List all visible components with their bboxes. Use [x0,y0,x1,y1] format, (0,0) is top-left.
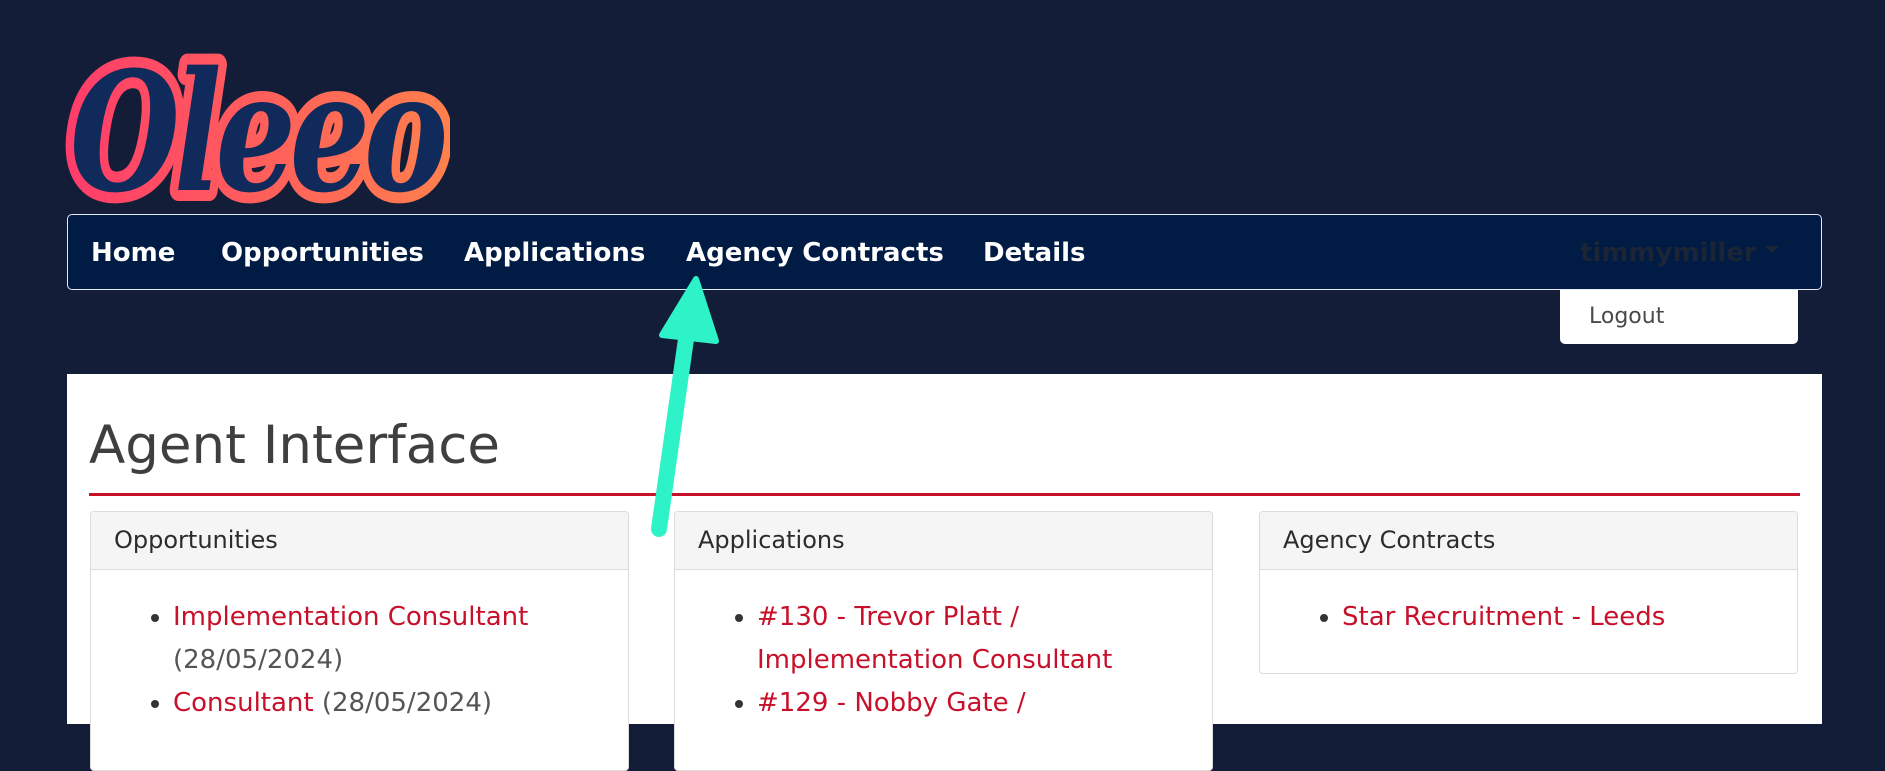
agency-contracts-list: Star Recruitment - Leeds [1260,570,1797,639]
main-navbar: Home Opportunities Applications Agency C… [67,214,1822,290]
annotation-arrow-icon [651,276,719,537]
user-menu-toggle[interactable]: timmymiller [1580,215,1779,291]
username: timmymiller [1580,238,1757,268]
logout-link[interactable]: Logout [1589,290,1664,344]
opportunity-date: (28/05/2024) [321,688,493,718]
nav-details[interactable]: Details [983,215,1086,291]
agency-contracts-card-header: Agency Contracts [1260,512,1797,570]
oleeo-logo: Oleeo Oleeo [64,50,450,212]
nav-home[interactable]: Home [91,215,175,291]
application-link[interactable]: #130 - Trevor Platt / Implementation Con… [757,602,1112,675]
list-item: Star Recruitment - Leeds [1342,596,1777,639]
page-title: Agent Interface [89,415,501,476]
nav-opportunities[interactable]: Opportunities [221,215,424,291]
list-item: Implementation Consultant (28/05/2024) [173,596,608,682]
opportunity-link[interactable]: Consultant [173,688,314,718]
list-item: Consultant (28/05/2024) [173,682,608,725]
opportunities-card-header: Opportunities [91,512,628,570]
user-dropdown-menu: Logout [1560,290,1798,344]
opportunity-link[interactable]: Implementation Consultant [173,602,528,632]
agency-contract-link[interactable]: Star Recruitment - Leeds [1342,602,1665,632]
opportunities-list: Implementation Consultant (28/05/2024) C… [91,570,628,725]
main-content: Agent Interface Opportunities Implementa… [67,374,1822,771]
nav-applications[interactable]: Applications [464,215,645,291]
applications-card-header: Applications [675,512,1212,570]
applications-card: Applications #130 - Trevor Platt / Imple… [674,511,1213,771]
opportunities-card: Opportunities Implementation Consultant … [90,511,629,771]
opportunity-date: (28/05/2024) [173,645,344,675]
application-link[interactable]: #129 - Nobby Gate / [757,688,1026,718]
applications-list: #130 - Trevor Platt / Implementation Con… [675,570,1212,725]
list-item: #130 - Trevor Platt / Implementation Con… [757,596,1152,682]
logo-wordmark-fill: Oleeo [70,50,444,212]
agency-contracts-card: Agency Contracts Star Recruitment - Leed… [1259,511,1798,674]
caret-down-icon [1764,246,1779,253]
list-item: #129 - Nobby Gate / [757,682,1152,725]
title-divider [89,493,1800,496]
